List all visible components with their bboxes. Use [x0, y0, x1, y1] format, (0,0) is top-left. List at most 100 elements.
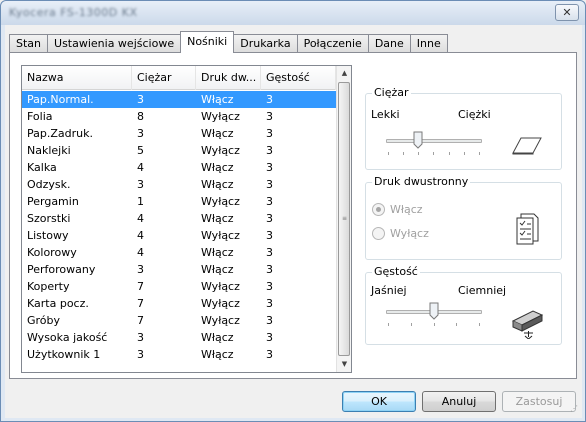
- media-list[interactable]: Nazwa Ciężar Druk dw... Gęstość Pap.Norm…: [21, 65, 352, 373]
- tab-data[interactable]: Dane: [367, 34, 411, 53]
- cell-name: Kolorowy: [27, 246, 77, 259]
- cell-density: 3: [266, 212, 273, 225]
- table-row[interactable]: Odzysk. 3 Włącz 3: [22, 176, 336, 193]
- cell-weight: 7: [137, 314, 144, 327]
- table-row[interactable]: Perforowany 3 Włącz 3: [22, 261, 336, 278]
- cell-weight: 4: [137, 229, 144, 242]
- tab-printer[interactable]: Drukarka: [233, 34, 298, 53]
- cell-density: 3: [266, 93, 273, 106]
- cell-weight: 3: [137, 331, 144, 344]
- list-rows: Pap.Normal. 3 Włącz 3 Folia 8 Wyłącz 3 Pap.Zadru…: [22, 91, 336, 363]
- table-row[interactable]: Listowy 4 Wyłącz 3: [22, 227, 336, 244]
- cell-duplex: Wyłącz: [201, 229, 240, 242]
- cell-weight: 7: [137, 280, 144, 293]
- table-row[interactable]: Wysoka jakość 3 Włącz 3: [22, 329, 336, 346]
- cell-density: 3: [266, 331, 273, 344]
- cell-duplex: Włącz: [201, 127, 234, 140]
- table-row[interactable]: Pap.Normal. 3 Włącz 3: [22, 91, 336, 108]
- cell-duplex: Włącz: [201, 178, 234, 191]
- table-row[interactable]: Gróby 7 Wyłącz 3: [22, 312, 336, 329]
- table-row[interactable]: Kalka 4 Włącz 3: [22, 159, 336, 176]
- table-row[interactable]: Szorstki 4 Włącz 3: [22, 210, 336, 227]
- cell-weight: 1: [137, 195, 144, 208]
- cell-weight: 7: [137, 297, 144, 310]
- title-bar[interactable]: Kyocera FS-1300D KX ✕: [1, 1, 585, 25]
- table-row[interactable]: Pergamin 1 Wyłącz 3: [22, 193, 336, 210]
- cell-weight: 3: [137, 127, 144, 140]
- table-row[interactable]: Karta pocz. 7 Wyłącz 3: [22, 295, 336, 312]
- cell-name: Listowy: [27, 229, 69, 242]
- duplex-off-label: Wyłącz: [390, 227, 429, 240]
- scroll-up-icon[interactable]: ▲: [337, 66, 351, 81]
- weight-slider-track[interactable]: [386, 139, 482, 143]
- cell-name: Odzysk.: [27, 178, 71, 191]
- tab-input-settings[interactable]: Ustawienia wejściowe: [47, 34, 182, 53]
- cancel-button[interactable]: Anuluj: [422, 391, 496, 412]
- cell-weight: 3: [137, 263, 144, 276]
- density-group-title: Gęstość: [372, 265, 420, 278]
- weight-min-label: Lekki: [371, 108, 400, 121]
- cell-name: Naklejki: [27, 144, 71, 157]
- printer-properties-dialog: Kyocera FS-1300D KX ✕ Stan Ustawienia we…: [0, 0, 586, 422]
- ok-button[interactable]: OK: [342, 391, 416, 412]
- list-header: Nazwa Ciężar Druk dw... Gęstość: [22, 66, 336, 90]
- weight-max-label: Ciężki: [458, 108, 491, 121]
- cell-weight: 4: [137, 246, 144, 259]
- cell-density: 3: [266, 297, 273, 310]
- scrollbar-thumb[interactable]: ≡: [338, 82, 350, 356]
- cell-density: 3: [266, 144, 273, 157]
- tab-connection[interactable]: Połączenie: [296, 34, 369, 53]
- column-header-density[interactable]: Gęstość: [261, 66, 336, 90]
- cell-name: Koperty: [27, 280, 70, 293]
- density-max-label: Ciemniej: [458, 284, 507, 297]
- cell-duplex: Włącz: [201, 212, 234, 225]
- cell-duplex: Wyłącz: [201, 144, 240, 157]
- resize-grip-icon[interactable]: ⋰: [570, 405, 580, 416]
- table-row[interactable]: Pap.Zadruk. 3 Włącz 3: [22, 125, 336, 142]
- density-slider-ticks: [388, 323, 480, 327]
- table-row[interactable]: Kolorowy 4 Włącz 3: [22, 244, 336, 261]
- paper-sheet-icon: [512, 137, 542, 155]
- cell-weight: 3: [137, 93, 144, 106]
- cell-density: 3: [266, 246, 273, 259]
- cell-weight: 5: [137, 144, 144, 157]
- cell-density: 3: [266, 161, 273, 174]
- media-tab-panel: Nazwa Ciężar Druk dw... Gęstość Pap.Norm…: [9, 52, 577, 379]
- apply-button[interactable]: Zastosuj: [502, 391, 576, 412]
- column-header-name[interactable]: Nazwa: [22, 66, 132, 90]
- table-row[interactable]: Koperty 7 Wyłącz 3: [22, 278, 336, 295]
- duplex-off-radio[interactable]: Wyłącz: [372, 227, 429, 240]
- cell-density: 3: [266, 229, 273, 242]
- cell-name: Wysoka jakość: [27, 331, 108, 344]
- table-row[interactable]: Naklejki 5 Wyłącz 3: [22, 142, 336, 159]
- cell-duplex: Włącz: [201, 348, 234, 361]
- tab-other[interactable]: Inne: [409, 34, 448, 53]
- cell-duplex: Włącz: [201, 263, 234, 276]
- cell-density: 3: [266, 178, 273, 191]
- tab-media[interactable]: Nośniki: [180, 31, 235, 53]
- table-row[interactable]: Folia 8 Wyłącz 3: [22, 108, 336, 125]
- weight-slider-thumb[interactable]: [413, 131, 423, 149]
- duplex-on-radio[interactable]: Włącz: [372, 203, 423, 216]
- cell-name: Kalka: [27, 161, 57, 174]
- close-button[interactable]: ✕: [555, 4, 579, 21]
- list-scrollbar[interactable]: ▲ ≡ ▼: [336, 66, 351, 372]
- cell-duplex: Wyłącz: [201, 280, 240, 293]
- duplex-on-label: Włącz: [390, 203, 423, 216]
- table-row[interactable]: Użytkownik 1 3 Włącz 3: [22, 346, 336, 363]
- cell-density: 3: [266, 195, 273, 208]
- cell-density: 3: [266, 110, 273, 123]
- density-group: Gęstość Jaśniej Ciemniej: [365, 265, 562, 345]
- column-header-duplex[interactable]: Druk dw...: [196, 66, 261, 90]
- cell-density: 3: [266, 280, 273, 293]
- duplex-group: Druk dwustronny Włącz Wyłącz: [365, 175, 562, 260]
- scroll-down-icon[interactable]: ▼: [337, 357, 351, 372]
- density-slider-thumb[interactable]: [429, 302, 439, 320]
- column-header-weight[interactable]: Ciężar: [132, 66, 196, 90]
- cell-name: Użytkownik 1: [27, 348, 101, 361]
- tab-stan[interactable]: Stan: [9, 34, 49, 53]
- toner-cartridge-icon: [511, 310, 544, 339]
- window-title: Kyocera FS-1300D KX: [9, 6, 138, 19]
- cell-weight: 4: [137, 161, 144, 174]
- duplex-group-title: Druk dwustronny: [372, 175, 471, 188]
